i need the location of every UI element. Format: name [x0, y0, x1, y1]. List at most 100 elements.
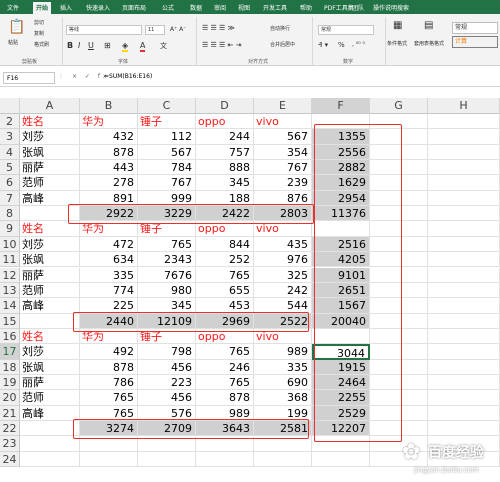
row-header-21[interactable]: 21 [0, 405, 20, 421]
cell-A12[interactable]: 丽萨 [20, 267, 80, 283]
font-size-select[interactable]: 11 [145, 25, 165, 35]
tab-0[interactable]: 文件 [7, 3, 19, 12]
italic-button[interactable]: I [78, 41, 80, 50]
row-header-10[interactable]: 10 [0, 236, 20, 253]
cell-B11[interactable]: 634 [80, 252, 138, 268]
row-header-9[interactable]: 9 [0, 221, 20, 237]
cell-C17[interactable]: 798 [138, 344, 196, 360]
cell-C6[interactable]: 767 [138, 175, 196, 191]
cell-B5[interactable]: 443 [80, 160, 138, 176]
row-header-11[interactable]: 11 [0, 252, 20, 268]
cell-A3[interactable]: 刘莎 [20, 129, 80, 145]
row-header-3[interactable]: 3 [0, 129, 20, 145]
cell-B2[interactable]: 华为 [80, 114, 138, 130]
number-format-select[interactable]: 常规 [318, 25, 374, 35]
cell-B6[interactable]: 278 [80, 175, 138, 191]
cell-A13[interactable]: 范师 [20, 282, 80, 299]
cell-A5[interactable]: 丽萨 [20, 160, 80, 176]
cell-C24[interactable] [138, 451, 196, 468]
format-painter-button[interactable]: 格式刷 [34, 41, 49, 48]
column-header-G[interactable]: G [370, 98, 428, 114]
tab-12[interactable]: 团队 [352, 3, 364, 12]
column-header-C[interactable]: C [138, 98, 196, 114]
cell-H21[interactable] [428, 405, 500, 421]
merge-center-button[interactable]: 合并后居中 [270, 41, 295, 48]
cell-B10[interactable]: 472 [80, 236, 138, 253]
cell-B3[interactable]: 432 [80, 129, 138, 145]
cell-H11[interactable] [428, 252, 500, 268]
cell-H2[interactable] [428, 114, 500, 130]
format-table-button[interactable]: 套用表格格式 [414, 40, 444, 47]
cell-H13[interactable] [428, 282, 500, 299]
cell-A17[interactable]: 刘莎 [20, 344, 80, 360]
cell-E6[interactable]: 239 [254, 175, 312, 191]
font-name-select[interactable]: 等线 [66, 25, 142, 35]
paste-button[interactable]: 粘贴 [8, 39, 18, 46]
cell-B4[interactable]: 878 [80, 144, 138, 161]
cell-H8[interactable] [428, 206, 500, 222]
cell-H10[interactable] [428, 236, 500, 253]
wrap-text-button[interactable]: 自动换行 [270, 25, 290, 32]
cell-A21[interactable]: 高峰 [20, 405, 80, 421]
cell-E5[interactable]: 767 [254, 160, 312, 176]
tab-2[interactable]: 插入 [60, 3, 72, 12]
column-header-B[interactable]: B [80, 98, 138, 114]
cell-C18[interactable]: 456 [138, 359, 196, 375]
column-header-E[interactable]: E [254, 98, 312, 114]
row-header-13[interactable]: 13 [0, 282, 20, 299]
row-header-2[interactable]: 2 [0, 114, 20, 130]
cell-C5[interactable]: 784 [138, 160, 196, 176]
cell-B13[interactable]: 774 [80, 282, 138, 299]
cell-H19[interactable] [428, 374, 500, 391]
border-button[interactable]: ⊞ [104, 41, 111, 50]
column-header-A[interactable]: A [20, 98, 80, 114]
cell-E13[interactable]: 242 [254, 282, 312, 299]
cell-B17[interactable]: 492 [80, 344, 138, 360]
wen-button[interactable]: 文 [160, 41, 167, 51]
row-header-7[interactable]: 7 [0, 190, 20, 207]
tab-4[interactable]: 页面布局 [122, 3, 146, 12]
tab-8[interactable]: 视图 [238, 3, 250, 12]
underline-button[interactable]: U [88, 41, 94, 50]
row-header-18[interactable]: 18 [0, 359, 20, 375]
cell-A15[interactable] [20, 313, 80, 329]
bold-button[interactable]: B [67, 41, 73, 50]
tab-10[interactable]: 帮助 [300, 3, 312, 12]
cell-C12[interactable]: 7676 [138, 267, 196, 283]
cell-H3[interactable] [428, 129, 500, 145]
tab-5[interactable]: 公式 [162, 3, 174, 12]
row-header-15[interactable]: 15 [0, 313, 20, 329]
cell-A18[interactable]: 张飒 [20, 359, 80, 375]
copy-button[interactable]: 复制 [34, 30, 44, 37]
select-all-corner[interactable] [0, 98, 20, 114]
cell-E2[interactable]: vivo [254, 114, 312, 130]
row-header-4[interactable]: 4 [0, 144, 20, 161]
row-header-8[interactable]: 8 [0, 206, 20, 222]
column-header-F[interactable]: F [312, 98, 370, 114]
cell-H6[interactable] [428, 175, 500, 191]
cell-D13[interactable]: 655 [196, 282, 254, 299]
row-header-5[interactable]: 5 [0, 160, 20, 176]
row-header-16[interactable]: 16 [0, 328, 20, 345]
cell-B20[interactable]: 765 [80, 390, 138, 406]
cell-E24[interactable] [254, 451, 312, 468]
cell-D20[interactable]: 878 [196, 390, 254, 406]
tab-1[interactable]: 开始 [33, 2, 52, 14]
cell-E19[interactable]: 690 [254, 374, 312, 391]
cell-B24[interactable] [80, 451, 138, 468]
row-header-20[interactable]: 20 [0, 390, 20, 406]
font-color-button[interactable]: A [140, 41, 146, 52]
style-normal[interactable]: 常规 [452, 22, 498, 34]
tab-11[interactable]: PDF工具集 [324, 3, 354, 12]
formula-input[interactable]: =SUM(B16:E16) [104, 73, 152, 80]
cell-H7[interactable] [428, 190, 500, 207]
cell-C20[interactable]: 456 [138, 390, 196, 406]
cell-H17[interactable] [428, 344, 500, 360]
align-top-icon[interactable]: ☰ ☰ ☰ ≫ [202, 24, 235, 32]
cell-E12[interactable]: 325 [254, 267, 312, 283]
name-box[interactable]: F16 [3, 72, 55, 84]
cell-E18[interactable]: 335 [254, 359, 312, 375]
cell-C2[interactable]: 锤子 [138, 114, 196, 130]
row-header-6[interactable]: 6 [0, 175, 20, 191]
conditional-format-button[interactable]: 条件格式 [387, 40, 407, 47]
